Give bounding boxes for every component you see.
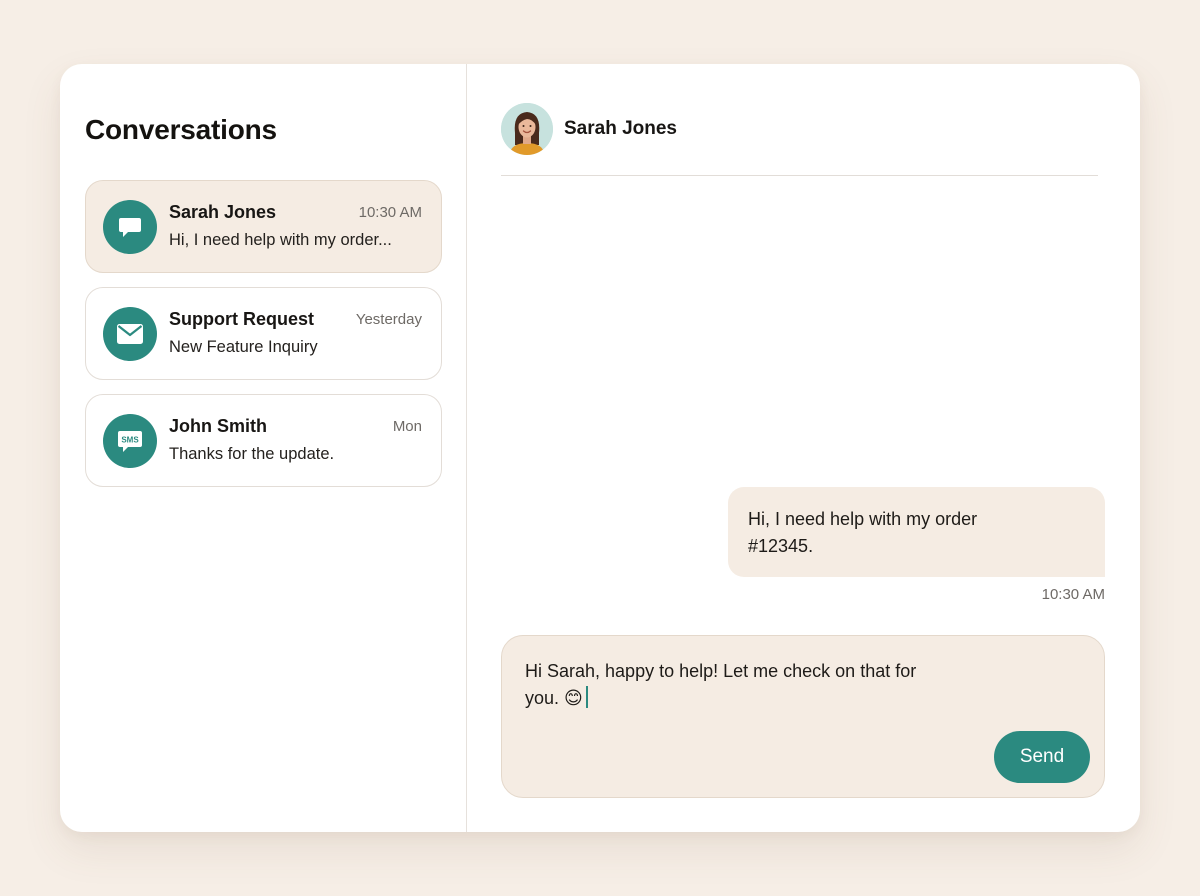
draft-text-line: you. 😊 [525, 688, 583, 708]
contact-avatar[interactable] [501, 103, 553, 155]
conversation-preview: New Feature Inquiry [169, 338, 318, 356]
send-button[interactable]: Send [994, 731, 1090, 783]
sidebar-title: Conversations [85, 114, 277, 145]
conversation-item-support-request[interactable]: Support Request Yesterday New Feature In… [85, 287, 442, 380]
draft-text-line: Hi Sarah, happy to help! Let me check on… [525, 661, 917, 681]
message-timestamp: 10:30 AM [1041, 586, 1105, 603]
sms-icon-label: SMS [121, 436, 139, 445]
header-divider [501, 175, 1098, 176]
conversations-sidebar: Conversations Sarah Jones 10:30 AM Hi, I… [60, 64, 467, 832]
envelope-icon [103, 307, 157, 361]
message-input[interactable]: Hi Sarah, happy to help! Let me check on… [525, 658, 965, 712]
message-text-line: Hi, I need help with my order [748, 509, 978, 529]
chat-bubble-icon [103, 200, 157, 254]
conversation-name: Sarah Jones [169, 202, 277, 222]
message-composer[interactable]: Hi Sarah, happy to help! Let me check on… [501, 635, 1105, 798]
conversation-preview: Thanks for the update. [169, 445, 335, 463]
sms-icon: SMS [103, 414, 157, 468]
text-caret [585, 686, 588, 708]
message-text-line: #12345. [748, 536, 814, 556]
contact-name: Sarah Jones [564, 118, 677, 139]
conversation-time: Yesterday [355, 311, 422, 328]
conversation-item-sarah-jones[interactable]: Sarah Jones 10:30 AM Hi, I need help wit… [85, 180, 442, 273]
conversation-name: Support Request [169, 309, 315, 329]
message-bubble: Hi, I need help with my order #12345. [728, 487, 1105, 577]
conversation-time: 10:30 AM [358, 204, 422, 221]
conversation-name: John Smith [169, 416, 267, 436]
conversation-time: Mon [392, 418, 422, 435]
conversation-item-john-smith[interactable]: SMS John Smith Mon Thanks for the update… [85, 394, 442, 487]
messaging-window: Conversations Sarah Jones 10:30 AM Hi, I… [60, 64, 1140, 832]
conversation-preview: Hi, I need help with my order... [169, 231, 392, 249]
